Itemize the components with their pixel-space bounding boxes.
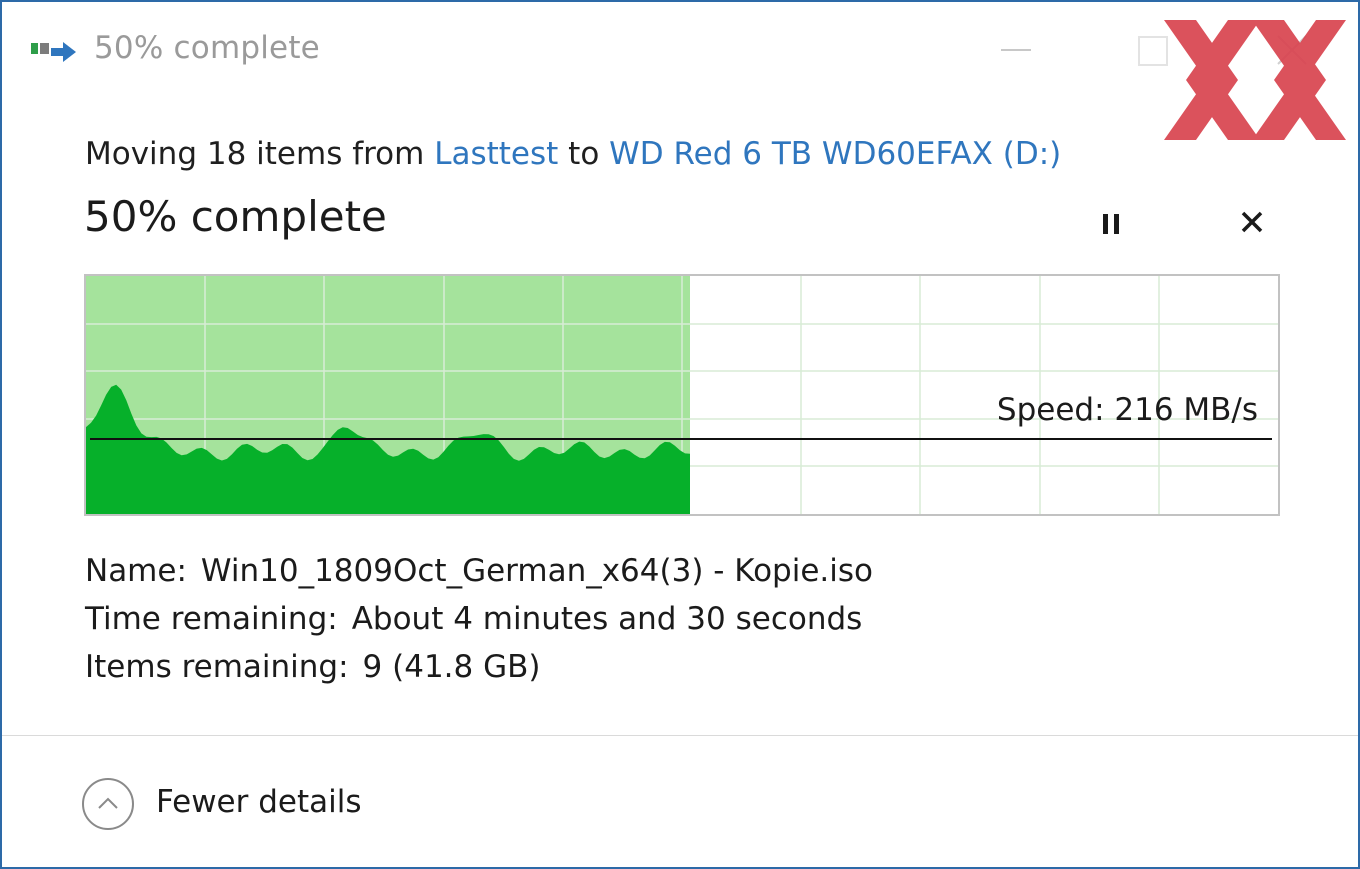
items-remaining-label: Items remaining: [85, 649, 349, 685]
fewer-details-label: Fewer details [156, 784, 362, 820]
operation-prefix: Moving 18 items from [85, 136, 435, 172]
name-label: Name: [85, 553, 187, 589]
time-remaining-label: Time remaining: [85, 601, 338, 637]
details-panel: Name: Win10_1809Oct_German_x64(3) - Kopie… [85, 547, 873, 691]
name-row: Name: Win10_1809Oct_German_x64(3) - Kopie… [85, 547, 873, 595]
title-bar[interactable]: 50% complete [2, 2, 1358, 100]
watermark-logo [1164, 20, 1346, 140]
minimize-button[interactable] [987, 22, 1047, 78]
operation-summary: Moving 18 items from Lasttest to WD Red … [85, 136, 1061, 172]
progress-status: 50% complete [84, 192, 387, 241]
items-remaining-row: Items remaining: 9 (41.8 GB) [85, 643, 873, 691]
fewer-details-toggle[interactable]: Fewer details [82, 778, 382, 834]
source-folder-link[interactable]: Lasttest [434, 136, 558, 172]
pause-button[interactable] [1090, 202, 1134, 246]
cancel-button[interactable] [1230, 200, 1274, 244]
file-operation-dialog: 50% complete Moving 18 items from Lastte… [0, 0, 1360, 869]
time-remaining-row: Time remaining: About 4 minutes and 30 se… [85, 595, 873, 643]
speed-label: Speed: 216 MB/s [996, 392, 1258, 428]
cancel-icon [1241, 211, 1263, 233]
operation-to-word: to [558, 136, 610, 172]
transfer-speed-graph: Speed: 216 MB/s [84, 274, 1280, 516]
destination-drive-link[interactable]: WD Red 6 TB WD60EFAX (D:) [609, 136, 1061, 172]
chevron-up-icon [82, 778, 134, 830]
file-move-icon [31, 42, 76, 62]
time-remaining-value: About 4 minutes and 30 seconds [351, 601, 863, 637]
name-value: Win10_1809Oct_German_x64(3) - Kopie.iso [200, 553, 874, 589]
footer-divider [2, 735, 1358, 736]
items-remaining-value: 9 (41.8 GB) [362, 649, 541, 685]
window-title: 50% complete [94, 30, 320, 66]
